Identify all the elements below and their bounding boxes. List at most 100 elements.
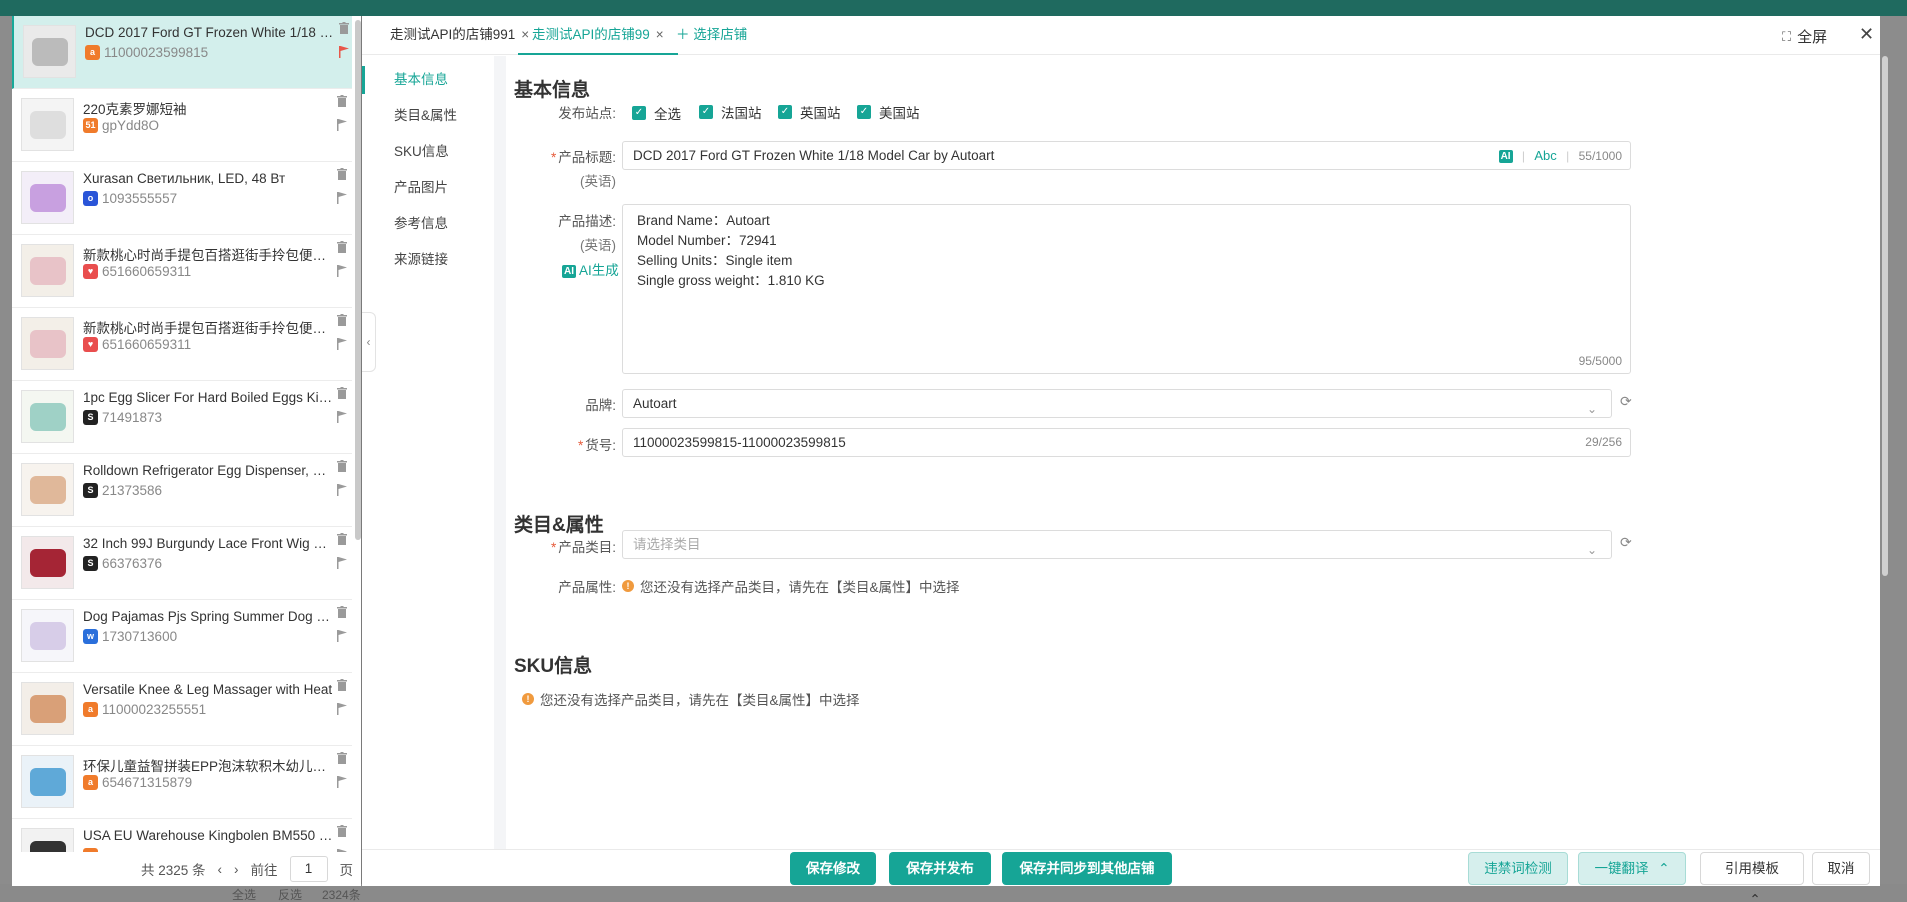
save-button[interactable]: 保存修改 bbox=[790, 852, 876, 885]
category-refresh-icon[interactable]: ⟳ bbox=[1620, 534, 1632, 551]
product-thumbnail-shape bbox=[30, 330, 66, 358]
flag-icon[interactable] bbox=[337, 484, 347, 496]
background-count: 2324条 bbox=[322, 888, 361, 902]
checkbox-icon: ✓ bbox=[857, 105, 871, 119]
trash-icon[interactable] bbox=[337, 679, 347, 691]
ai-translate-icon[interactable]: AI bbox=[1498, 150, 1513, 164]
product-list-scrollbar[interactable] bbox=[355, 20, 361, 540]
nav-divider bbox=[494, 56, 506, 849]
title-input[interactable]: DCD 2017 Ford GT Frozen White 1/18 Model… bbox=[622, 141, 1631, 170]
trash-icon[interactable] bbox=[337, 825, 347, 837]
pager-page-input[interactable]: 1 bbox=[289, 856, 328, 882]
product-list-item[interactable]: 220克素罗娜短袖 51 gpYdd8O bbox=[12, 89, 352, 162]
fullscreen-button[interactable]: ⛶ 全屏 bbox=[1782, 26, 1827, 47]
desc-textarea[interactable]: Brand Name：Autoart Model Number：72941 Se… bbox=[622, 204, 1631, 374]
flag-icon[interactable] bbox=[337, 192, 347, 204]
product-id: 11000023599815 bbox=[104, 45, 209, 60]
pager-next-icon[interactable]: › bbox=[234, 862, 239, 877]
product-list-item[interactable]: 新款桃心时尚手提包百搭逛街手拎包便携小包 ♥ 651660659311 bbox=[12, 308, 352, 381]
attr-note: ! 您还没有选择产品类目，请先在【类目&属性】中选择 bbox=[622, 576, 960, 596]
forbidden-word-check-button[interactable]: 违禁词检测 bbox=[1468, 852, 1568, 885]
product-list-item[interactable]: 新款桃心时尚手提包百搭逛街手拎包便携小包 ♥ 651660659311 bbox=[12, 235, 352, 308]
product-thumbnail bbox=[21, 828, 74, 852]
abc-icon[interactable]: Abc bbox=[1534, 148, 1556, 163]
warning-icon: ! bbox=[522, 693, 534, 705]
brand-select[interactable]: Autoart ⌄ bbox=[622, 389, 1612, 418]
sku-title: SKU信息 bbox=[514, 656, 593, 677]
product-list-item[interactable]: 32 Inch 99J Burgundy Lace Front Wig Body… bbox=[12, 527, 352, 600]
trash-icon[interactable] bbox=[339, 22, 349, 34]
product-list-item[interactable]: DCD 2017 Ford GT Frozen White 1/18 Model… bbox=[12, 16, 352, 89]
select-store-button[interactable]: ＋ 选择店铺 bbox=[662, 16, 761, 55]
nav-reference[interactable]: 参考信息 bbox=[362, 210, 494, 238]
save-sync-button[interactable]: 保存并同步到其他店铺 bbox=[1002, 852, 1172, 885]
site-fr[interactable]: ✓ 法国站 bbox=[699, 102, 762, 122]
flag-icon[interactable] bbox=[337, 338, 347, 350]
product-thumbnail-shape bbox=[30, 257, 66, 285]
trash-icon[interactable] bbox=[337, 168, 347, 180]
collapse-list-button[interactable]: ‹ bbox=[362, 312, 376, 372]
cancel-button[interactable]: 取消 bbox=[1812, 852, 1870, 885]
product-list-item[interactable]: Dog Pajamas Pjs Spring Summer Dog Clothe… bbox=[12, 600, 352, 673]
trash-icon[interactable] bbox=[337, 241, 347, 253]
product-meta: a 11000023599815 bbox=[85, 45, 208, 60]
pager-prev-icon[interactable]: ‹ bbox=[218, 862, 223, 877]
product-title: USA EU Warehouse Kingbolen BM550 Bidirec… bbox=[83, 828, 333, 843]
template-button[interactable]: 引用模板 ⌃ bbox=[1700, 852, 1804, 902]
nav-sku[interactable]: SKU信息 bbox=[362, 138, 494, 166]
product-list-item[interactable]: Xurasan Светильник, LED, 48 Вт o 109355555… bbox=[12, 162, 352, 235]
flag-icon[interactable] bbox=[337, 557, 347, 569]
dialog-close-icon[interactable]: ✕ bbox=[1859, 24, 1874, 45]
translate-button[interactable]: 一键翻译 ⌃ bbox=[1578, 852, 1686, 885]
platform-icon: ♥ bbox=[83, 337, 98, 352]
product-list-item[interactable]: 环保儿童益智拼装EPP泡沫软积木幼儿园玩具 a 654671315879 bbox=[12, 746, 352, 819]
flag-icon[interactable] bbox=[337, 411, 347, 423]
save-publish-button[interactable]: 保存并发布 bbox=[889, 852, 991, 885]
trash-icon[interactable] bbox=[337, 752, 347, 764]
nav-category[interactable]: 类目&属性 bbox=[362, 102, 494, 130]
site-uk-label: 英国站 bbox=[800, 106, 841, 121]
trash-icon[interactable] bbox=[337, 314, 347, 326]
product-thumbnail-shape bbox=[32, 38, 68, 66]
expand-icon: ⛶ bbox=[1782, 28, 1792, 44]
product-list-item[interactable]: Rolldown Refrigerator Egg Dispenser, Egg… bbox=[12, 454, 352, 527]
flag-icon[interactable] bbox=[337, 119, 347, 131]
attr-note-text: 您还没有选择产品类目，请先在【类目&属性】中选择 bbox=[640, 580, 960, 595]
trash-icon[interactable] bbox=[337, 460, 347, 472]
flag-icon[interactable] bbox=[337, 265, 347, 277]
product-thumbnail bbox=[21, 755, 74, 808]
pager-unit: 页 bbox=[339, 863, 354, 878]
ai-generate-button[interactable]: AI AI生成 bbox=[562, 259, 619, 279]
store-tab-bar: 走测试API的店铺991 × 走测试API的店铺99 × ＋ 选择店铺 ⛶ 全屏 ✕ bbox=[362, 16, 1880, 55]
site-select-all[interactable]: ✓ 全选 bbox=[632, 103, 681, 123]
flag-icon[interactable] bbox=[339, 46, 349, 58]
category-select[interactable]: 请选择类目 ⌄ bbox=[622, 530, 1612, 559]
trash-icon[interactable] bbox=[337, 95, 347, 107]
sku-code-input[interactable]: 11000023599815-11000023599815 29/256 bbox=[622, 428, 1631, 457]
site-uk[interactable]: ✓ 英国站 bbox=[778, 102, 841, 122]
product-title: Rolldown Refrigerator Egg Dispenser, Egg… bbox=[83, 463, 333, 478]
product-meta: a 654671315879 bbox=[83, 775, 192, 790]
trash-icon[interactable] bbox=[337, 387, 347, 399]
nav-basic-info[interactable]: 基本信息 bbox=[362, 66, 494, 94]
nav-source-link[interactable]: 来源链接 bbox=[362, 246, 494, 274]
brand-refresh-icon[interactable]: ⟳ bbox=[1620, 393, 1632, 410]
title-value: DCD 2017 Ford GT Frozen White 1/18 Model… bbox=[633, 148, 995, 163]
flag-icon[interactable] bbox=[337, 703, 347, 715]
nav-images[interactable]: 产品图片 bbox=[362, 174, 494, 202]
product-list-item[interactable]: 1pc Egg Slicer For Hard Boiled Eggs Kitc… bbox=[12, 381, 352, 454]
form-scrollbar[interactable] bbox=[1882, 56, 1888, 576]
trash-icon[interactable] bbox=[337, 533, 347, 545]
platform-icon: w bbox=[83, 629, 98, 644]
product-list-item[interactable]: Versatile Knee & Leg Massager with Heat a… bbox=[12, 673, 352, 746]
platform-icon: S bbox=[83, 410, 98, 425]
site-us[interactable]: ✓ 美国站 bbox=[857, 102, 920, 122]
flag-icon[interactable] bbox=[337, 776, 347, 788]
product-list-item[interactable]: USA EU Warehouse Kingbolen BM550 Bidirec… bbox=[12, 819, 352, 852]
flag-icon[interactable] bbox=[337, 630, 347, 642]
product-thumbnail-shape bbox=[30, 111, 66, 139]
product-thumbnail-shape bbox=[30, 841, 66, 852]
tab-store-99[interactable]: 走测试API的店铺99 × bbox=[518, 16, 678, 55]
trash-icon[interactable] bbox=[337, 606, 347, 618]
product-thumbnail-shape bbox=[30, 549, 66, 577]
